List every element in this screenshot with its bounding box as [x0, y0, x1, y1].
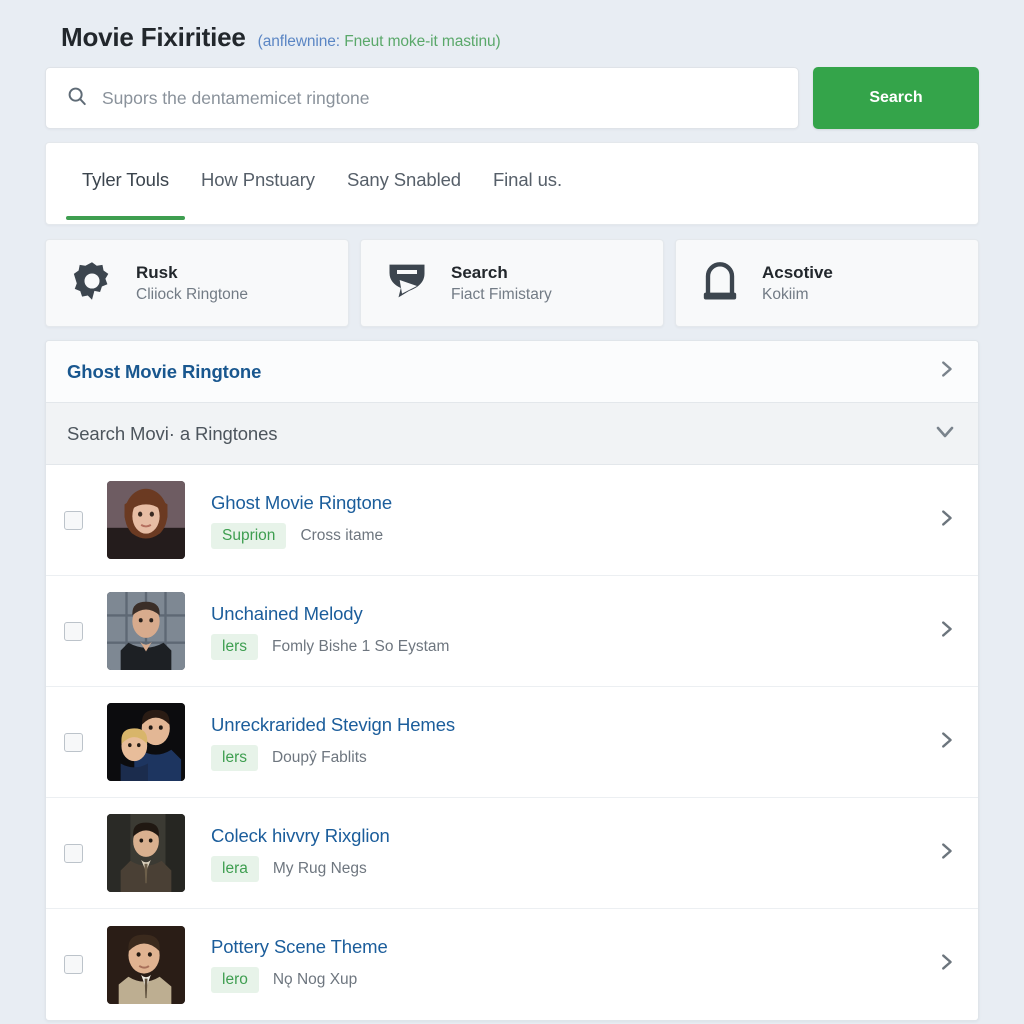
chevron-right-icon[interactable]	[935, 951, 957, 978]
page-root: Movie Fixiritiee (anflewnine: Fneut moke…	[0, 0, 1024, 1024]
row-meta: lero Nǫ Nog Xup	[211, 967, 921, 993]
flag-icon	[385, 261, 429, 306]
avatar	[107, 592, 185, 670]
status-badge: lera	[211, 855, 259, 882]
panel-bar-title: Search Movi· a Ringtones	[67, 422, 278, 444]
row-body: Ghost Movie Ringtone Suprion Cross itame	[211, 492, 921, 549]
row-meta: lers Doupŷ Fablits	[211, 744, 921, 771]
row-checkbox[interactable]	[64, 510, 83, 530]
list-item[interactable]: Ghost Movie Ringtone Suprion Cross itame	[46, 465, 978, 576]
lock-icon	[700, 259, 740, 308]
feature-card-acsotive[interactable]: Acsotive Kokiim	[675, 239, 979, 327]
status-badge: lero	[211, 967, 259, 993]
row-subtitle: Cross itame	[300, 526, 384, 544]
row-title[interactable]: Unreckrarided Stevign Hemes	[211, 714, 921, 736]
gear-icon	[70, 259, 114, 308]
row-title[interactable]: Unchained Melody	[211, 603, 921, 625]
tab-bar: Tyler Touls How Pnstuary Sany Snabled Fi…	[45, 142, 979, 225]
search-row: Search	[45, 67, 979, 129]
search-box[interactable]	[45, 67, 799, 129]
feature-title: Acsotive	[762, 262, 833, 282]
row-subtitle: Fomly Bishe 1 So Eystam	[271, 637, 450, 655]
feature-subtitle: Cliiock Ringtone	[136, 285, 248, 303]
row-title[interactable]: Pottery Scene Theme	[211, 936, 921, 958]
chevron-right-icon[interactable]	[935, 507, 957, 534]
page-title: Movie Fixiritiee	[61, 22, 246, 52]
panel-bar-title: Ghost Movie Ringtone	[67, 360, 262, 382]
search-input[interactable]	[102, 87, 778, 109]
feature-card-search[interactable]: Search Fiact Fimistary	[360, 239, 664, 327]
feature-title: Rusk	[136, 262, 178, 282]
row-body: Unreckrarided Stevign Hemes lers Doupŷ F…	[211, 714, 921, 771]
chevron-right-icon[interactable]	[935, 840, 957, 867]
search-icon	[66, 85, 88, 112]
row-checkbox[interactable]	[64, 621, 83, 641]
list-item[interactable]: Unreckrarided Stevign Hemes lers Doupŷ F…	[46, 687, 978, 798]
row-body: Pottery Scene Theme lero Nǫ Nog Xup	[211, 936, 921, 993]
feature-card-group: Rusk Cliiock Ringtone Search Fiact Fimis…	[45, 239, 979, 327]
panel-bar-ghost-movie-ringtone[interactable]: Ghost Movie Ringtone	[46, 341, 978, 403]
chevron-down-icon[interactable]	[933, 419, 957, 448]
feature-text: Rusk Cliiock Ringtone	[136, 263, 248, 304]
page-subtitle-primary: (anflewnine:	[257, 33, 341, 50]
feature-subtitle: Fiact Fimistary	[451, 285, 552, 303]
list-item[interactable]: Pottery Scene Theme lero Nǫ Nog Xup	[46, 909, 978, 1020]
row-subtitle: Doupŷ Fablits	[271, 748, 367, 766]
row-meta: Suprion Cross itame	[211, 522, 921, 549]
row-checkbox[interactable]	[64, 955, 83, 974]
list-item[interactable]: Coleck hivvry Rixglion lera My Rug Negs	[46, 798, 978, 909]
page-subtitle: (anflewnine: Fneut moke-it mastinu)	[258, 33, 501, 51]
chevron-right-icon[interactable]	[935, 729, 957, 756]
row-checkbox[interactable]	[64, 732, 83, 752]
feature-subtitle: Kokiim	[762, 285, 809, 303]
tab-sany-snabled[interactable]: Sany Snabled	[331, 143, 477, 191]
row-body: Coleck hivvry Rixglion lera My Rug Negs	[211, 825, 921, 882]
tab-tyler-touls[interactable]: Tyler Touls	[66, 143, 185, 220]
tab-final-us[interactable]: Final us.	[477, 143, 578, 191]
chevron-right-icon[interactable]	[935, 618, 957, 645]
row-subtitle: Nǫ Nog Xup	[272, 971, 358, 988]
row-checkbox[interactable]	[64, 843, 83, 863]
feature-text: Acsotive Kokiim	[762, 263, 833, 304]
list-item[interactable]: Unchained Melody lers Fomly Bishe 1 So E…	[46, 576, 978, 687]
row-meta: lera My Rug Negs	[211, 855, 921, 882]
panel-bar-search-movie-ringtones[interactable]: Search Movi· a Ringtones	[46, 403, 978, 465]
search-button[interactable]: Search	[813, 67, 979, 129]
status-badge: lers	[211, 744, 258, 771]
status-badge: lers	[211, 633, 258, 660]
page-header: Movie Fixiritiee (anflewnine: Fneut moke…	[45, 0, 979, 67]
row-meta: lers Fomly Bishe 1 So Eystam	[211, 633, 921, 660]
avatar	[107, 814, 185, 892]
page-subtitle-secondary: Fneut moke-it mastinu)	[344, 33, 501, 50]
status-badge: Suprion	[211, 522, 287, 549]
avatar	[107, 925, 185, 1004]
row-subtitle: My Rug Negs	[272, 859, 367, 877]
row-title[interactable]: Ghost Movie Ringtone	[211, 492, 921, 514]
results-panel: Ghost Movie Ringtone Search Movi· a Ring…	[45, 340, 979, 1021]
avatar	[107, 703, 185, 781]
row-body: Unchained Melody lers Fomly Bishe 1 So E…	[211, 603, 921, 660]
row-title[interactable]: Coleck hivvry Rixglion	[211, 825, 921, 847]
feature-text: Search Fiact Fimistary	[451, 263, 552, 304]
feature-title: Search	[451, 262, 508, 282]
chevron-right-icon[interactable]	[935, 358, 957, 385]
feature-card-rusk[interactable]: Rusk Cliiock Ringtone	[45, 239, 349, 327]
avatar	[107, 481, 185, 559]
tab-how-pnstuary[interactable]: How Pnstuary	[185, 143, 331, 191]
